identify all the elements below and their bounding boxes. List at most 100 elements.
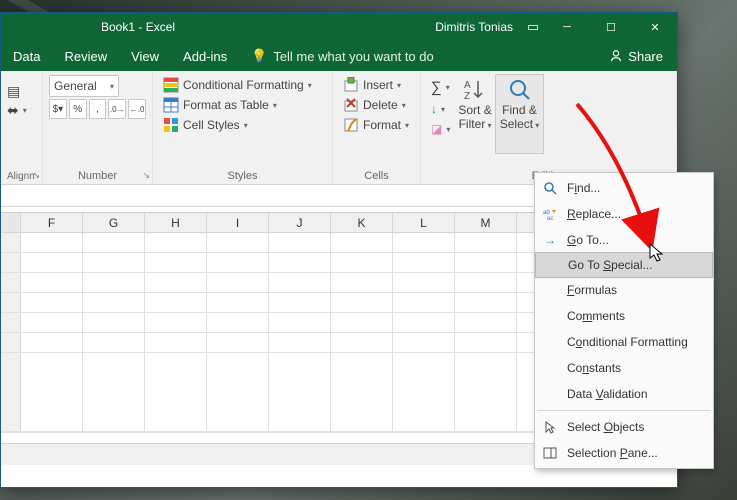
- menu-formulas[interactable]: Formulas: [535, 277, 713, 303]
- fill-button[interactable]: ↓▾: [427, 100, 454, 118]
- group-label-cells: Cells: [339, 167, 414, 184]
- merge-icon[interactable]: ⬌: [7, 102, 19, 119]
- find-icon: [541, 181, 559, 195]
- col-H[interactable]: H: [145, 213, 207, 232]
- share-label: Share: [628, 49, 663, 64]
- share-icon: [609, 49, 623, 63]
- app-title: Book1 - Excel: [1, 20, 175, 34]
- menu-constants[interactable]: Constants: [535, 355, 713, 381]
- ribbon-options-icon[interactable]: ▭: [521, 19, 545, 35]
- col-K[interactable]: K: [331, 213, 393, 232]
- sort-icon: AZ: [462, 77, 488, 103]
- sort-label-1: Sort &: [458, 103, 491, 117]
- svg-text:A: A: [464, 80, 471, 91]
- col-F[interactable]: F: [21, 213, 83, 232]
- select-all-corner[interactable]: [1, 213, 21, 232]
- svg-text:ac: ac: [547, 216, 553, 221]
- menu-select-objects[interactable]: Select Objects: [535, 414, 713, 440]
- tab-addins[interactable]: Add-ins: [171, 41, 239, 71]
- table-label: Format as Table: [183, 98, 269, 112]
- comma-icon[interactable]: ,: [89, 99, 107, 119]
- conditional-formatting-button[interactable]: Conditional Formatting▾: [159, 75, 326, 95]
- menu-selection-pane[interactable]: Selection Pane...: [535, 440, 713, 466]
- group-alignment: ▤ ⬌▾ Alignment ↘: [1, 71, 43, 184]
- number-format-combo[interactable]: General▾: [49, 75, 119, 97]
- magnifier-icon: [507, 77, 533, 103]
- group-label-styles: Styles: [159, 167, 326, 184]
- goto-icon: →: [541, 233, 559, 247]
- format-as-table-button[interactable]: Format as Table▾: [159, 95, 326, 115]
- group-label-number: Number: [49, 167, 146, 184]
- delete-button[interactable]: Delete▾: [339, 95, 414, 115]
- find-label-2: Select ▾: [500, 117, 540, 131]
- currency-icon[interactable]: $▾: [49, 99, 67, 119]
- ribbon: ▤ ⬌▾ Alignment ↘ General▾ $▾ % , .0→ ←.0…: [1, 71, 677, 185]
- cellstyles-label: Cell Styles: [183, 118, 240, 132]
- number-format-value: General: [54, 79, 97, 93]
- user-name: Dimitris Tonias: [435, 20, 521, 34]
- tab-view[interactable]: View: [119, 41, 171, 71]
- bulb-icon: 💡: [251, 48, 267, 64]
- increase-decimal-icon[interactable]: .0→: [108, 99, 126, 119]
- share-button[interactable]: Share: [609, 49, 677, 64]
- sort-filter-button[interactable]: AZ Sort & Filter ▾: [454, 75, 495, 153]
- decrease-decimal-icon[interactable]: ←.0: [128, 99, 146, 119]
- minimize-button[interactable]: ─: [545, 13, 589, 41]
- menu-conditional-formatting[interactable]: Conditional Formatting: [535, 329, 713, 355]
- pointer-icon: [541, 420, 559, 434]
- group-styles: Conditional Formatting▾ Format as Table▾…: [153, 71, 333, 184]
- tell-me[interactable]: 💡 Tell me what you want to do: [239, 41, 446, 71]
- fill-icon: ↓: [431, 102, 437, 116]
- col-I[interactable]: I: [207, 213, 269, 232]
- find-select-menu: Find... abac Replace... → Go To... Go To…: [534, 172, 714, 469]
- format-button[interactable]: Format▾: [339, 115, 414, 135]
- col-J[interactable]: J: [269, 213, 331, 232]
- tab-review[interactable]: Review: [52, 41, 119, 71]
- autosum-button[interactable]: ∑▾: [427, 77, 454, 98]
- cell-styles-button[interactable]: Cell Styles▾: [159, 115, 326, 135]
- title-bar: Book1 - Excel Dimitris Tonias ▭ ─ ☐ ✕: [1, 13, 677, 41]
- col-M[interactable]: M: [455, 213, 517, 232]
- format-label: Format: [363, 118, 401, 132]
- table-icon: [163, 97, 179, 113]
- cellstyles-icon: [163, 117, 179, 133]
- wrap-text-icon[interactable]: ▤: [7, 83, 20, 100]
- group-cells: Insert▾ Delete▾ Format▾ Cells: [333, 71, 421, 184]
- group-number: General▾ $▾ % , .0→ ←.0 Number ↘: [43, 71, 153, 184]
- replace-icon: abac: [541, 207, 559, 221]
- tell-me-label: Tell me what you want to do: [273, 49, 433, 64]
- insert-icon: [343, 77, 359, 93]
- window-buttons: ─ ☐ ✕: [545, 13, 677, 41]
- delete-label: Delete: [363, 98, 398, 112]
- alignment-launcher-icon[interactable]: ↘: [32, 170, 40, 181]
- col-L[interactable]: L: [393, 213, 455, 232]
- eraser-icon: ◪: [431, 122, 442, 136]
- maximize-button[interactable]: ☐: [589, 13, 633, 41]
- group-editing: ∑▾ ↓▾ ◪▾ AZ Sort & Filter ▾ Find & Selec…: [421, 71, 677, 184]
- tab-data[interactable]: Data: [1, 41, 52, 71]
- menu-data-validation[interactable]: Data Validation: [535, 381, 713, 407]
- insert-button[interactable]: Insert▾: [339, 75, 414, 95]
- find-label-1: Find &: [502, 103, 537, 117]
- sum-icon: ∑: [431, 79, 442, 96]
- number-launcher-icon[interactable]: ↘: [142, 170, 150, 181]
- cf-icon: [163, 77, 179, 93]
- menu-find[interactable]: Find...: [535, 175, 713, 201]
- ribbon-tabs: Data Review View Add-ins 💡 Tell me what …: [1, 41, 677, 71]
- cf-label: Conditional Formatting: [183, 78, 304, 92]
- svg-text:Z: Z: [464, 91, 470, 102]
- menu-replace[interactable]: abac Replace...: [535, 201, 713, 227]
- menu-goto-special[interactable]: Go To Special...: [535, 252, 713, 278]
- pane-icon: [541, 446, 559, 460]
- insert-label: Insert: [363, 78, 393, 92]
- sort-label-2: Filter ▾: [459, 117, 492, 131]
- menu-comments[interactable]: Comments: [535, 303, 713, 329]
- clear-button[interactable]: ◪▾: [427, 120, 454, 138]
- menu-goto[interactable]: → Go To...: [535, 227, 713, 253]
- close-button[interactable]: ✕: [633, 13, 677, 41]
- find-select-button[interactable]: Find & Select ▾: [496, 75, 544, 153]
- col-G[interactable]: G: [83, 213, 145, 232]
- delete-icon: [343, 97, 359, 113]
- percent-icon[interactable]: %: [69, 99, 87, 119]
- format-icon: [343, 117, 359, 133]
